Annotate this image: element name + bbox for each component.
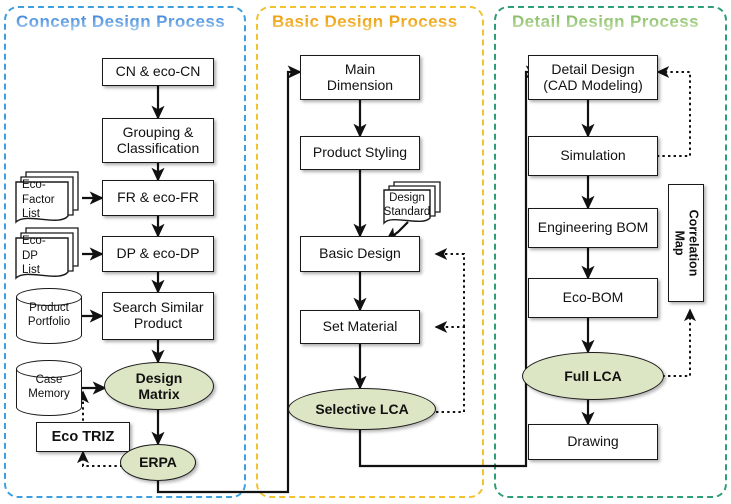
node-label: ERPA [139,454,177,471]
node-detail-design-cad-modeling[interactable]: Detail Design (CAD Modeling) [528,55,658,100]
node-label: Simulation [560,147,626,164]
node-label: Selective LCA [315,400,409,417]
node-correlation-map[interactable]: Correlation Map [668,184,704,302]
store-label: Eco- DP List [22,235,46,277]
store-label: Case Memory [28,374,70,400]
node-label: Eco TRIZ [51,428,115,445]
node-eco-triz[interactable]: Eco TRIZ [36,422,130,452]
node-label: Main Dimension [326,60,394,93]
node-search-similar-product[interactable]: Search Similar Product [102,292,214,340]
node-label: Engineering BOM [537,219,649,236]
node-eco-bom[interactable]: Eco-BOM [528,278,658,318]
node-basic-design[interactable]: Basic Design [300,236,420,272]
node-label: Correlation Map [672,209,701,277]
node-grouping-classification[interactable]: Grouping & Classification [102,118,214,163]
node-erpa[interactable]: ERPA [120,444,196,481]
node-full-lca[interactable]: Full LCA [522,352,664,400]
node-label: DP & eco-DP [116,245,200,262]
store-case-memory[interactable]: Case Memory [16,360,82,416]
node-cn-eco-cn[interactable]: CN & eco-CN [102,58,214,86]
node-set-material[interactable]: Set Material [300,310,420,344]
node-label: Product Styling [312,144,408,161]
diagram-canvas: Concept Design Process Basic Design Proc… [0,0,731,504]
node-label: Eco-BOM [562,289,624,306]
node-drawing[interactable]: Drawing [528,424,658,460]
node-label: FR & eco-FR [117,189,199,206]
store-label: Design Standard [383,191,431,218]
store-eco-factor-list[interactable]: Eco- Factor List [14,170,82,228]
node-label: Set Material [322,318,398,335]
store-design-standard[interactable]: Design Standard [382,180,444,228]
node-selective-lca[interactable]: Selective LCA [288,388,436,430]
node-label: CN & eco-CN [115,63,201,80]
node-fr-eco-fr[interactable]: FR & eco-FR [102,180,214,216]
node-main-dimension[interactable]: Main Dimension [300,55,420,100]
node-dp-eco-dp[interactable]: DP & eco-DP [102,236,214,272]
node-label: Design Matrix [135,369,183,402]
store-label: Product Portfolio [27,302,71,328]
node-label: Grouping & Classification [116,123,200,156]
node-label: Full LCA [564,367,622,384]
node-simulation[interactable]: Simulation [528,136,658,176]
node-engineering-bom[interactable]: Engineering BOM [528,208,658,248]
node-label: Detail Design (CAD Modeling) [543,60,643,93]
node-label: Basic Design [319,245,401,262]
node-label: Drawing [567,433,619,450]
store-product-portfolio[interactable]: Product Portfolio [16,288,82,344]
store-eco-dp-list[interactable]: Eco- DP List [14,226,82,284]
node-design-matrix[interactable]: Design Matrix [104,362,214,410]
node-product-styling[interactable]: Product Styling [300,136,420,170]
store-label: Eco- Factor List [22,179,55,221]
node-label: Search Similar Product [112,299,204,331]
